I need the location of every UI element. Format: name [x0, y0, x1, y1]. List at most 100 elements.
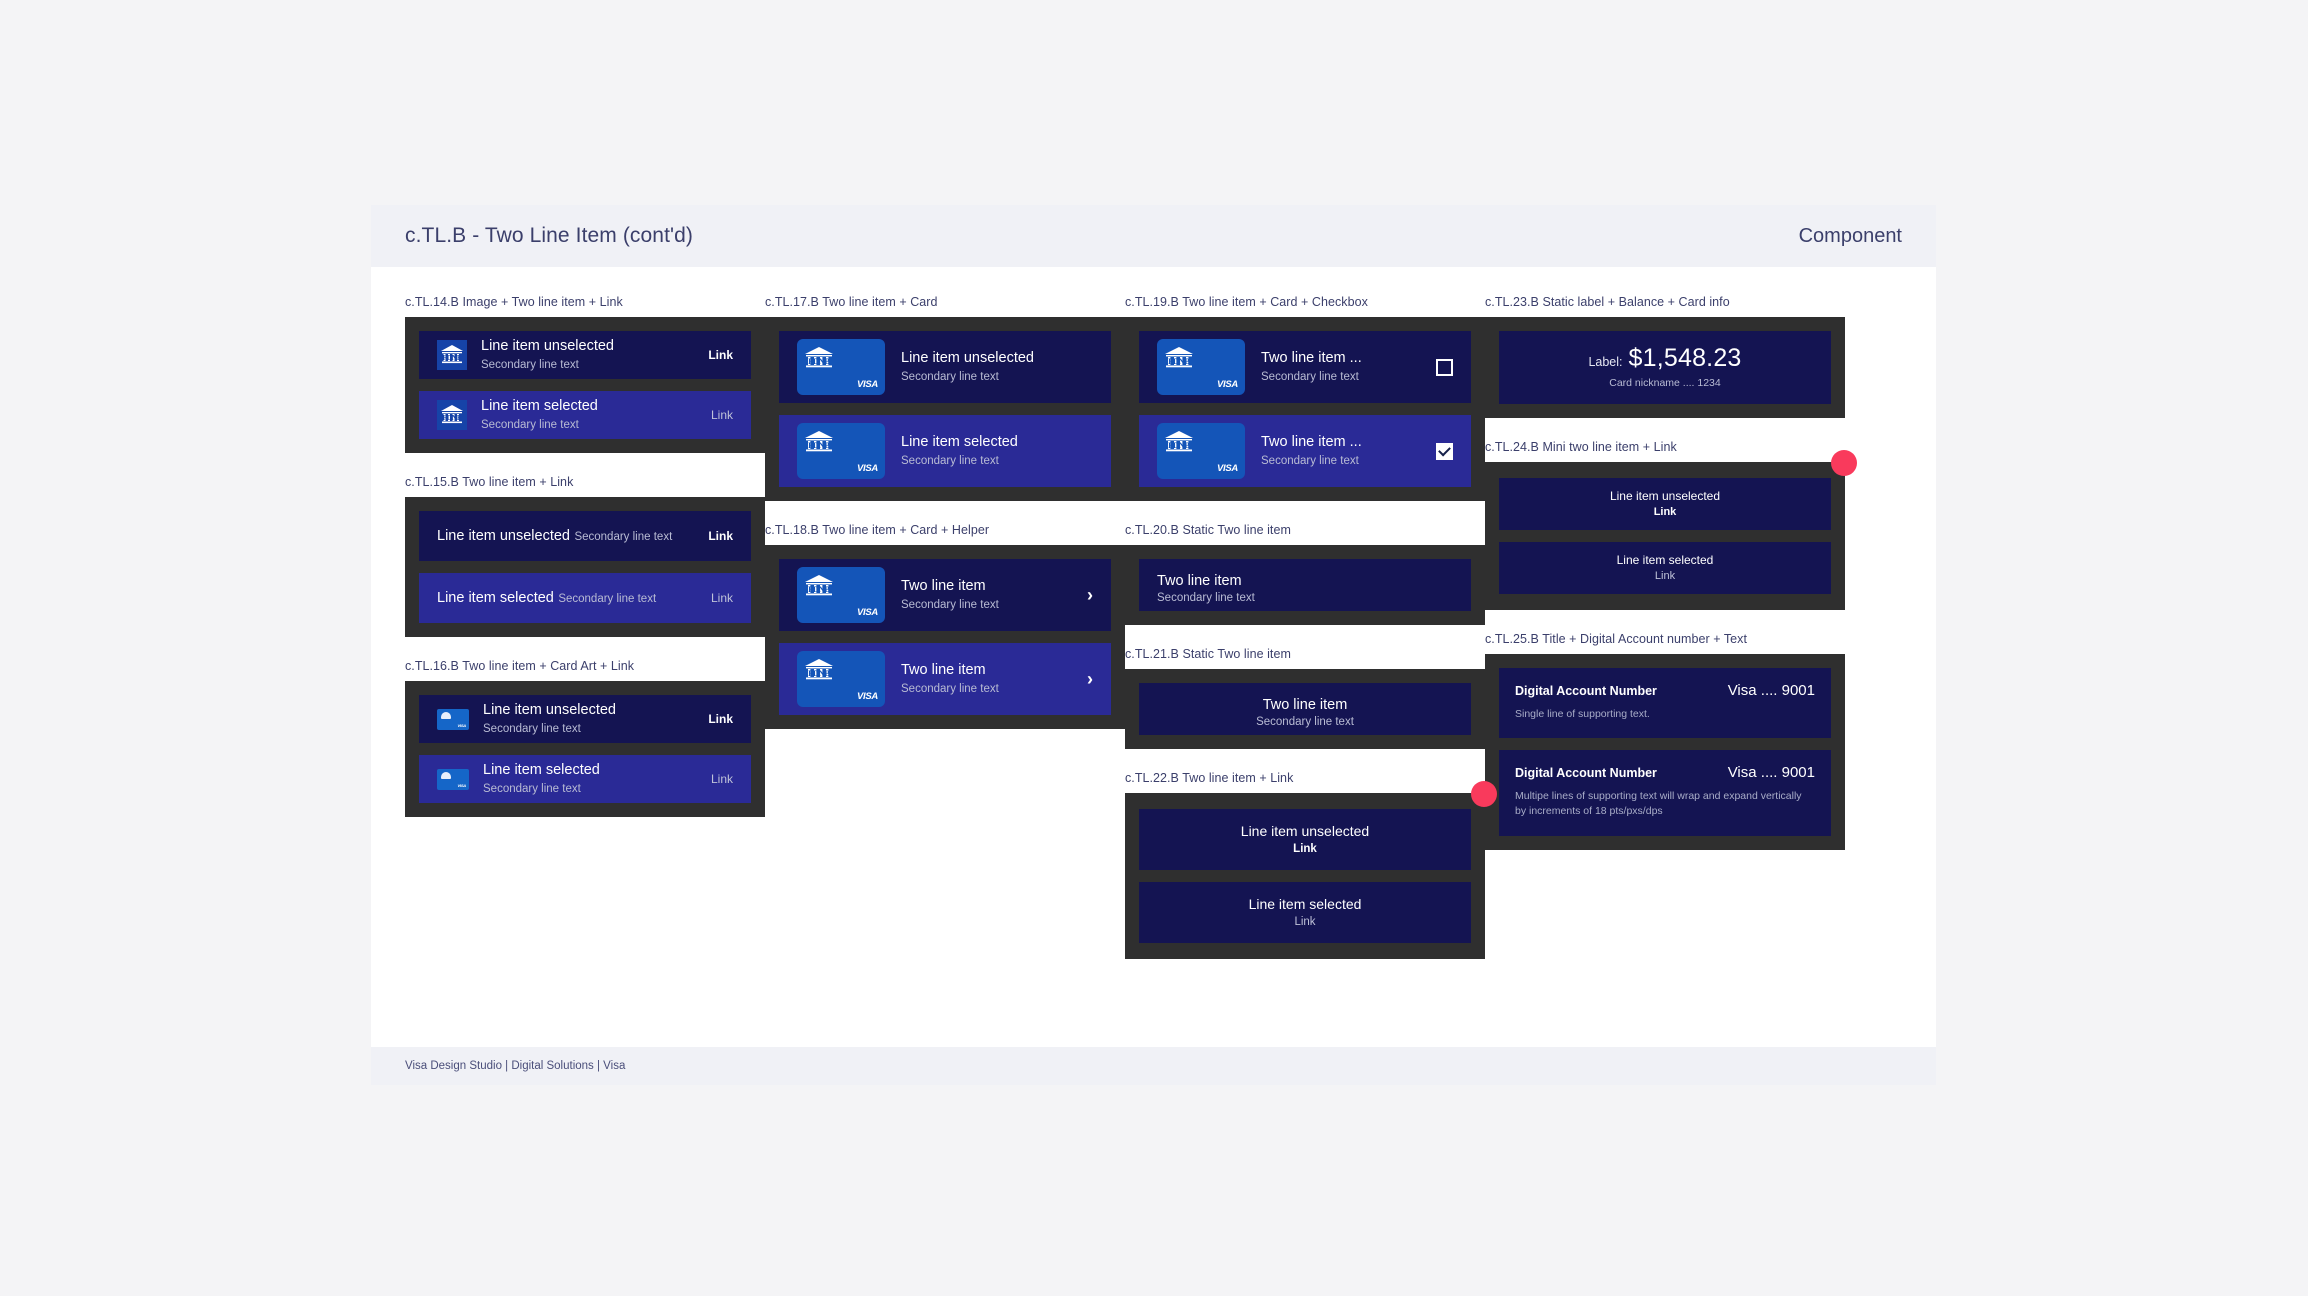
list-item-primary: Line item unselected: [1609, 489, 1721, 503]
list-item[interactable]: FDNB VISA Two line item ... Secondary li…: [1139, 415, 1471, 487]
list-item-texts: Line item unselected Secondary line text: [481, 337, 694, 373]
list-item-secondary: Secondary line text: [483, 783, 581, 796]
svg-text:FDNB: FDNB: [442, 414, 461, 422]
list-item-texts: Two line item ... Secondary line text: [1261, 433, 1426, 469]
visa-logo: VISA: [1217, 379, 1238, 390]
column-1: c.TL.14.B Image + Two line item + Link F…: [405, 295, 765, 1047]
static-list-item: Two line item Secondary line text: [1139, 559, 1471, 611]
list-item[interactable]: FDNB VISA Two line item Secondary line t…: [779, 559, 1111, 631]
list-item[interactable]: Line item selected Secondary line text L…: [419, 573, 751, 623]
list-item[interactable]: Line item unselected Link: [1499, 478, 1831, 530]
spec-frame: FDNB VISA Two line item Secondary line t…: [765, 545, 1125, 729]
svg-text:FDNB: FDNB: [808, 357, 830, 366]
spec-frame: Line item unselected Secondary line text…: [405, 497, 765, 637]
spec-ctl24: c.TL.24.B Mini two line item + Link Line…: [1485, 440, 1857, 610]
list-item[interactable]: VISA Line item unselected Secondary line…: [419, 695, 751, 743]
list-item-secondary: Secondary line text: [1261, 371, 1359, 384]
list-item-link[interactable]: Link: [1513, 570, 1817, 582]
list-item[interactable]: Line item selected Link: [1139, 882, 1471, 943]
sheet-footer: Visa Design Studio | Digital Solutions |…: [371, 1047, 1936, 1085]
list-item[interactable]: Line item unselected Link: [1139, 809, 1471, 870]
spec-ctl15: c.TL.15.B Two line item + Link Line item…: [405, 475, 765, 637]
visa-logo: VISA: [857, 379, 878, 390]
list-item-primary: Line item unselected: [437, 527, 570, 544]
visa-card-art: FDNB VISA: [797, 423, 885, 479]
spec-ctl22: c.TL.22.B Two line item + Link Line item…: [1125, 771, 1497, 959]
checkbox-unchecked[interactable]: [1436, 358, 1453, 376]
spec-ctl14: c.TL.14.B Image + Two line item + Link F…: [405, 295, 765, 453]
list-item[interactable]: VISA Line item selected Secondary line t…: [419, 755, 751, 803]
list-item-link[interactable]: Link: [1513, 506, 1817, 518]
list-item-secondary: Secondary line text: [1261, 455, 1359, 468]
spec-frame: Label: $1,548.23 Card nickname .... 1234: [1485, 317, 1845, 418]
spec-ctl16: c.TL.16.B Two line item + Card Art + Lin…: [405, 659, 765, 817]
column-2: c.TL.17.B Two line item + Card FDNB VISA…: [765, 295, 1125, 1047]
spec-label: c.TL.14.B Image + Two line item + Link: [405, 295, 623, 309]
list-item-texts: Line item selected Secondary line text: [901, 433, 1093, 469]
page-root: c.TL.B - Two Line Item (cont'd) Componen…: [0, 0, 2308, 1296]
list-item-texts: Two line item ... Secondary line text: [1261, 349, 1426, 385]
fdnb-bank-icon: FDNB: [805, 575, 833, 596]
list-item-link[interactable]: Link: [708, 712, 733, 726]
list-item-secondary: Secondary line text: [901, 599, 999, 612]
column-3: c.TL.19.B Two line item + Card + Checkbo…: [1125, 295, 1497, 1047]
list-item[interactable]: Line item unselected Secondary line text…: [419, 511, 751, 561]
visa-logo-mini: VISA: [457, 782, 466, 788]
list-item-primary: Line item selected: [437, 589, 554, 606]
list-item[interactable]: FDNB Line item selected Secondary line t…: [419, 391, 751, 439]
account-title: Digital Account Number: [1515, 684, 1657, 698]
balance-label: Label:: [1588, 355, 1623, 369]
card-art-icon: VISA: [437, 708, 469, 730]
visa-card-art: FDNB VISA: [797, 567, 885, 623]
visa-logo: VISA: [1217, 463, 1238, 474]
visa-card-art: FDNB VISA: [1157, 339, 1245, 395]
list-item-link[interactable]: Link: [708, 529, 733, 543]
list-item[interactable]: FDNB VISA Two line item ... Secondary li…: [1139, 331, 1471, 403]
list-item-primary: Line item selected: [481, 397, 598, 414]
card-info-text: Card nickname .... 1234: [1609, 377, 1721, 389]
list-item-secondary: Secondary line text: [574, 530, 673, 543]
list-item[interactable]: FDNB VISA Line item unselected Secondary…: [779, 331, 1111, 403]
spec-frame: FDNB VISA Two line item ... Secondary li…: [1125, 317, 1485, 501]
list-item-secondary: Secondary line text: [483, 723, 581, 736]
visa-logo: VISA: [857, 463, 878, 474]
list-item-link[interactable]: Link: [1153, 916, 1457, 928]
list-item-link[interactable]: Link: [708, 348, 733, 362]
spec-label: c.TL.18.B Two line item + Card + Helper: [765, 523, 990, 537]
balance-block: Label: $1,548.23 Card nickname .... 1234: [1499, 331, 1831, 404]
fdnb-bank-icon: FDNB: [437, 340, 467, 370]
account-row[interactable]: Digital Account Number Visa .... 9001 Mu…: [1499, 750, 1831, 836]
list-item[interactable]: FDNB VISA Two line item Secondary line t…: [779, 643, 1111, 715]
account-title: Digital Account Number: [1515, 766, 1657, 781]
svg-text:FDNB: FDNB: [442, 354, 461, 362]
list-item-link[interactable]: Link: [711, 408, 733, 422]
list-item-primary: Line item selected: [1248, 896, 1362, 912]
list-item-texts: Line item selected Secondary line text: [481, 397, 697, 433]
card-chip-icon: [441, 771, 451, 779]
list-item[interactable]: FDNB VISA Line item selected Secondary l…: [779, 415, 1111, 487]
spec-label: c.TL.21.B Static Two line item: [1125, 647, 1291, 661]
list-item[interactable]: FDNB Line item unselected Secondary line…: [419, 331, 751, 379]
chevron-right-icon[interactable]: ›: [1087, 670, 1093, 688]
spec-frame: Two line item Secondary line text: [1125, 669, 1485, 749]
list-item-link[interactable]: Link: [711, 772, 733, 786]
chevron-right-icon[interactable]: ›: [1087, 586, 1093, 604]
visa-card-art: FDNB VISA: [797, 651, 885, 707]
list-item-link[interactable]: Link: [711, 591, 733, 605]
account-row-top: Digital Account Number Visa .... 9001: [1515, 764, 1815, 781]
list-item-primary: Line item selected: [1616, 553, 1714, 567]
spec-frame: Line item unselected Link Line item sele…: [1125, 781, 1497, 959]
account-row-top: Digital Account Number Visa .... 9001: [1515, 682, 1815, 699]
spec-label: c.TL.16.B Two line item + Card Art + Lin…: [405, 659, 635, 673]
account-row[interactable]: Digital Account Number Visa .... 9001 Si…: [1499, 668, 1831, 739]
account-support-text: Single line of supporting text.: [1515, 708, 1650, 720]
component-sheet: c.TL.B - Two Line Item (cont'd) Componen…: [371, 205, 1936, 1085]
list-item[interactable]: Line item selected Link: [1499, 542, 1831, 594]
visa-card-art: FDNB VISA: [1157, 423, 1245, 479]
checkbox-checked[interactable]: [1436, 442, 1453, 460]
spec-frame: VISA Line item unselected Secondary line…: [405, 681, 765, 817]
list-item-link[interactable]: Link: [1153, 843, 1457, 855]
account-value: Visa .... 9001: [1727, 764, 1815, 782]
spec-label: c.TL.22.B Two line item + Link: [1125, 771, 1294, 785]
annotation-marker-dot: [1831, 450, 1857, 476]
